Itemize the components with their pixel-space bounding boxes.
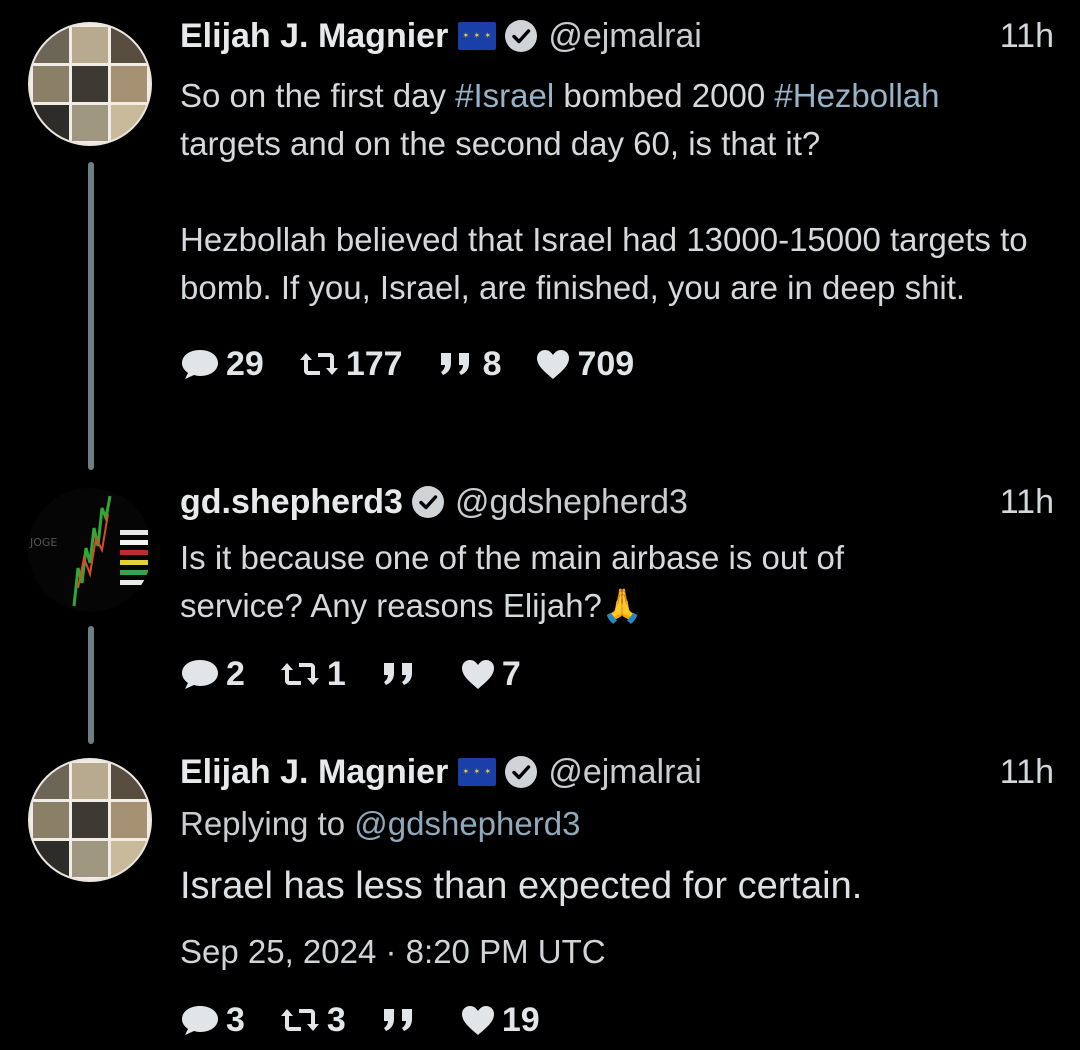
heart-icon [537,350,570,379]
reply-count: 3 [226,1000,245,1039]
author-handle[interactable]: @ejmalrai [548,750,702,794]
verified-badge-icon [505,20,538,52]
retweet-count: 1 [326,654,346,693]
reply-icon [182,350,218,379]
tweet[interactable]: Elijah J. Magnier ✶ ✶ ✶ @ejmalrai 11h Re… [0,750,1080,1050]
like-count: 709 [577,344,635,383]
replying-label: Replying to [180,805,355,842]
tweet-time[interactable]: 11h [1000,480,1054,524]
like-button[interactable]: 19 [460,1001,540,1040]
tweet-text: So on the first day #Israel bombed 2000 … [180,72,1040,168]
like-button[interactable]: 7 [460,655,521,694]
verified-badge-icon [411,486,444,518]
verified-badge-icon [505,756,538,788]
like-count: 7 [501,654,521,693]
quote-icon [383,663,412,685]
chart-logo-icon: JOGE [28,488,152,612]
retweet-count: 3 [326,1000,346,1039]
tweet[interactable]: JOGE gd.shepherd3 @gdshepherd3 11h Is it… [0,470,1080,750]
retweet-icon [280,1009,319,1031]
svg-text:JOGE: JOGE [29,536,57,549]
author-name[interactable]: gd.shepherd3 [180,480,403,524]
avatar[interactable] [28,758,152,882]
retweet-button[interactable]: 177 [298,345,403,384]
author-handle[interactable]: @gdshepherd3 [455,480,688,524]
text-segment: bombed 2000 [554,77,775,114]
tweet-actions: 29 177 8 709 [180,342,1054,386]
reply-count: 29 [226,344,264,383]
reply-button[interactable]: 3 [180,1001,245,1040]
reply-button[interactable]: 2 [180,655,245,694]
quote-button[interactable] [380,1005,426,1035]
heart-icon [461,1006,494,1035]
tweet-text: Israel has less than expected for certai… [180,865,863,907]
quote-icon [383,1009,412,1031]
reply-count: 2 [226,654,245,693]
tweet-text: Is it because one of the main airbase is… [180,539,845,624]
reply-icon [182,1006,218,1035]
tweet[interactable]: Elijah J. Magnier ✶ ✶ ✶ @ejmalrai 11h So… [0,0,1080,470]
retweet-button[interactable]: 1 [279,655,346,694]
text-segment: So on the first day [180,77,456,114]
reply-button[interactable]: 29 [180,345,264,384]
quote-count: 8 [482,344,502,383]
quote-button[interactable] [380,659,426,689]
eu-flag-icon: ✶ ✶ ✶ [458,758,497,786]
avatar[interactable] [28,22,152,146]
author-handle[interactable]: @ejmalrai [548,14,702,58]
author-name[interactable]: Elijah J. Magnier [180,750,448,794]
avatar[interactable]: JOGE [28,488,152,612]
text-segment: targets and on the second day 60, is tha… [180,125,821,162]
tweet-header: Elijah J. Magnier ✶ ✶ ✶ @ejmalrai 11h [180,750,1054,794]
tweet-text-paragraph: Hezbollah believed that Israel had 13000… [180,221,1028,306]
replying-to: Replying to @gdshepherd3 [180,800,1054,848]
eu-flag-icon: ✶ ✶ ✶ [458,22,497,50]
tweet-header: Elijah J. Magnier ✶ ✶ ✶ @ejmalrai 11h [180,14,1054,58]
like-count: 19 [501,1000,540,1039]
retweet-icon [280,663,319,685]
author-name[interactable]: Elijah J. Magnier [180,14,448,58]
mention-link[interactable]: @gdshepherd3 [354,805,580,842]
like-button[interactable]: 709 [535,345,634,384]
hashtag-link[interactable]: #Israel [455,77,554,114]
heart-icon [461,660,494,689]
tweet-actions: 3 3 19 [180,998,1054,1042]
hashtag-link[interactable]: #Hezbollah [774,77,939,114]
tweet-actions: 2 1 7 [180,652,1054,696]
tweet-date[interactable]: Sep 25, 2024 · 8:20 PM UTC [180,930,1054,974]
quote-button[interactable]: 8 [437,344,502,384]
reply-icon [182,660,218,689]
tweet-time[interactable]: 11h [1000,14,1054,58]
retweet-icon [299,353,338,375]
quote-icon [440,353,469,375]
retweet-button[interactable]: 3 [279,1001,346,1040]
tweet-header: gd.shepherd3 @gdshepherd3 11h [180,480,1054,524]
tweet-time[interactable]: 11h [1000,750,1054,794]
retweet-count: 177 [345,344,403,383]
